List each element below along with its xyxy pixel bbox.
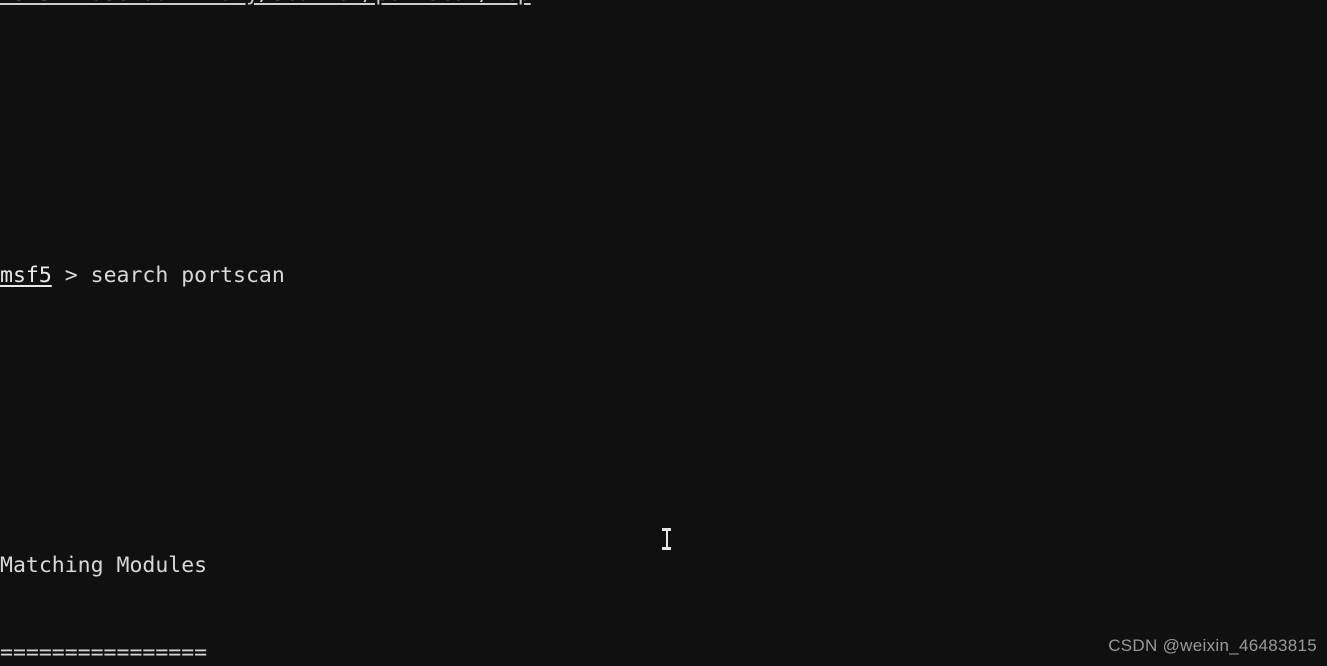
prompt-line[interactable]: msf5 > search portscan	[0, 261, 1327, 290]
prompt-symbol: >	[51, 263, 91, 288]
section-title-line: Matching Modules	[0, 551, 1327, 580]
blank-line-1	[0, 406, 1327, 435]
csdn-watermark: CSDN @weixin_46483815	[1108, 636, 1317, 655]
section-rule: ================	[0, 640, 208, 665]
terminal-text-buffer: msf5 > search portscan Matching Modules …	[0, 0, 1327, 666]
spacer-line	[0, 116, 1327, 145]
terminal-window[interactable]: msf5 > use auxiliary/scanner/portscan/tc…	[0, 0, 1327, 666]
prompt-user: msf5	[0, 263, 52, 288]
section-title: Matching Modules	[0, 553, 208, 578]
command-text: search portscan	[90, 263, 285, 288]
